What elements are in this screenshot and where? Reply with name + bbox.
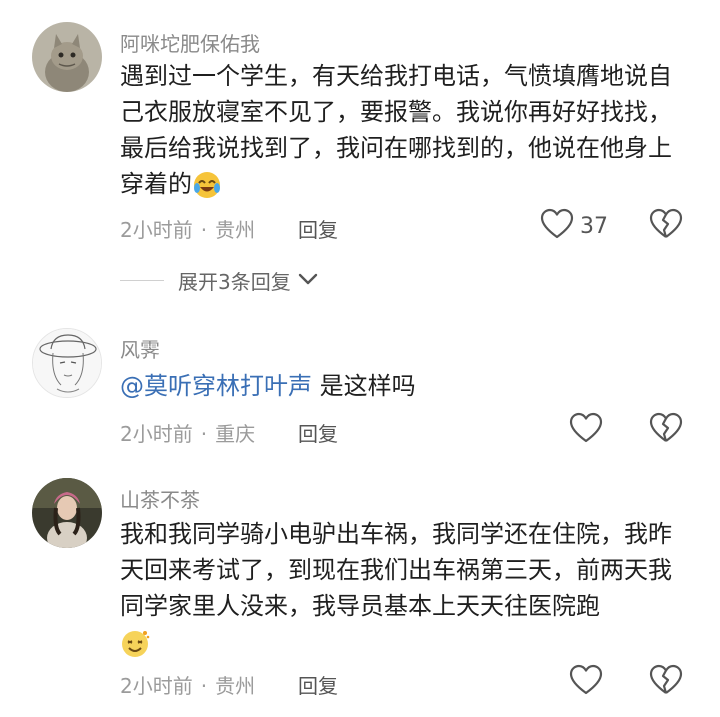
expand-replies-button[interactable]: 展开3条回复	[120, 266, 319, 295]
comment-meta: 2小时前 · 重庆	[120, 418, 255, 447]
comment-text: 遇到过一个学生，有天给我打电话，气愤填膺地说自己衣服放寝室不见了，要报警。我说你…	[120, 58, 680, 202]
reply-button[interactable]: 回复	[298, 214, 338, 243]
expand-replies-label: 展开3条回复	[178, 270, 291, 294]
dislike-button[interactable]	[649, 208, 683, 244]
avatar-sketch[interactable]	[32, 328, 102, 398]
avatar-photo[interactable]	[32, 478, 102, 548]
location: 重庆	[215, 422, 256, 446]
username[interactable]: 阿咪坨肥保佑我	[120, 28, 260, 57]
broken-heart-icon	[649, 208, 683, 244]
comment-meta: 2小时前 · 贵州	[120, 214, 255, 243]
separator-dot: ·	[200, 218, 208, 242]
reply-button[interactable]: 回复	[298, 418, 338, 447]
heart-outline-icon	[569, 664, 603, 700]
separator-dot: ·	[200, 674, 208, 698]
dislike-button[interactable]	[649, 412, 683, 448]
comment-text-content: 我和我同学骑小电驴出车祸，我同学还在住院，我昨天回来考试了，到现在我们出车祸第三…	[120, 520, 672, 620]
comment-text: 我和我同学骑小电驴出车祸，我同学还在住院，我昨天回来考试了，到现在我们出车祸第三…	[120, 516, 680, 660]
avatar-cat[interactable]	[32, 22, 102, 92]
like-button[interactable]	[569, 412, 603, 448]
like-button[interactable]	[569, 664, 603, 700]
like-button[interactable]: 37	[540, 208, 608, 244]
broken-heart-icon	[649, 412, 683, 448]
comment-text-content: 是这样吗	[312, 372, 416, 400]
location: 贵州	[215, 674, 256, 698]
timestamp: 2小时前	[120, 218, 193, 242]
dizzy-smile-emoji-icon	[120, 628, 150, 658]
heart-outline-icon	[569, 412, 603, 448]
divider-line	[120, 280, 164, 281]
heart-outline-icon	[540, 208, 574, 244]
username[interactable]: 风霁	[120, 334, 160, 363]
location: 贵州	[215, 218, 256, 242]
comment-text: @莫听穿林打叶声 是这样吗	[120, 368, 680, 404]
timestamp: 2小时前	[120, 422, 193, 446]
username[interactable]: 山茶不茶	[120, 484, 200, 513]
like-count: 37	[580, 213, 608, 239]
chevron-down-icon	[291, 271, 319, 290]
laughing-tears-emoji-icon	[192, 170, 222, 200]
timestamp: 2小时前	[120, 674, 193, 698]
dislike-button[interactable]	[649, 664, 683, 700]
broken-heart-icon	[649, 664, 683, 700]
comment-meta: 2小时前 · 贵州	[120, 670, 255, 699]
mention-link[interactable]: @莫听穿林打叶声	[120, 372, 312, 400]
reply-button[interactable]: 回复	[298, 670, 338, 699]
separator-dot: ·	[200, 422, 208, 446]
